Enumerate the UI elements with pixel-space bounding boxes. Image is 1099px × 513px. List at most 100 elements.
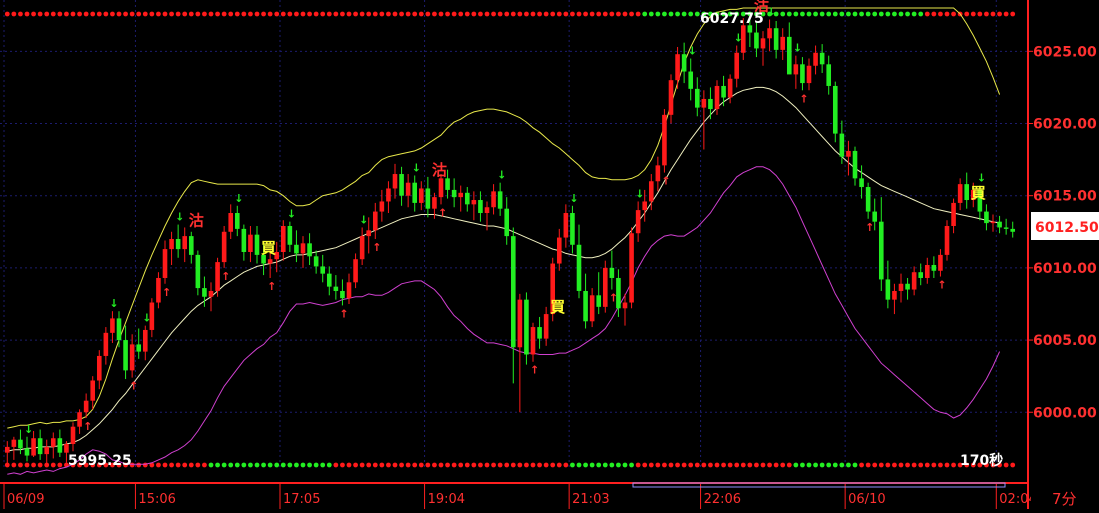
candle-body xyxy=(103,332,109,356)
candle xyxy=(254,226,260,264)
top-dot xyxy=(635,11,641,17)
top-dot xyxy=(964,11,970,17)
candle xyxy=(50,432,56,459)
top-dot xyxy=(780,11,786,17)
x-tick-label: 06/09 xyxy=(7,492,44,507)
chart-canvas[interactable]: ↑↑↑↑↑↑↑↑↑↑↑↑↑↑↓↓↓↓↓↓ ↓↓↓↓ ↓↓↓↓↓↓沽買沽買沽買 600… xyxy=(0,0,1099,509)
top-dot xyxy=(589,11,595,17)
top-dot xyxy=(596,11,602,17)
bottom-dot xyxy=(31,462,36,468)
candle-body xyxy=(18,439,23,449)
top-dot xyxy=(905,11,910,17)
candle-body xyxy=(576,244,582,291)
top-dot xyxy=(18,11,23,17)
candle-body xyxy=(629,233,634,303)
candle xyxy=(405,174,411,208)
bottom-dot xyxy=(727,462,733,468)
bottom-dot xyxy=(294,462,299,468)
top-dot xyxy=(537,11,542,17)
top-dot xyxy=(110,11,115,17)
bottom-dot xyxy=(497,462,503,468)
top-dot xyxy=(123,11,128,17)
candlestick-chart[interactable]: ↑ ↑ ↑ ↑ ↑ ↑ ↑ ↑ ↑ ↑ ↑ ↑ ↑ ↑ ↓ ↓ ↓ ↓ ↓ ↓ ↓ ↓ ↓ ↓ ↓ ↓ ↓ ↓ ↓ ↓ 沽買沽買沽買 600… xyxy=(0,0,1099,509)
down-arrow-icon: ↓ xyxy=(109,297,118,310)
up-arrow-icon: ↑ xyxy=(865,221,874,234)
candle-body xyxy=(169,239,174,250)
candle xyxy=(951,198,956,234)
top-dot xyxy=(300,11,306,17)
top-dot xyxy=(83,11,89,17)
candle xyxy=(846,140,851,176)
candle-body xyxy=(182,236,188,250)
candle-body xyxy=(326,273,332,287)
top-dot xyxy=(44,11,50,17)
top-dot xyxy=(346,11,352,17)
bottom-dot xyxy=(629,462,634,468)
candle-body xyxy=(195,254,201,289)
bottom-dot xyxy=(24,462,30,468)
bottom-dot xyxy=(18,462,23,468)
up-arrow-icon: ↑ xyxy=(937,279,946,292)
sell-signal-label: 沽 xyxy=(432,161,447,179)
bottom-dot xyxy=(287,462,293,468)
top-dot xyxy=(392,11,398,17)
bottom-dot xyxy=(832,462,838,468)
top-dot xyxy=(688,11,694,17)
candle-body xyxy=(464,192,470,205)
candle xyxy=(1010,221,1016,238)
candle xyxy=(70,422,76,452)
down-arrow-icon: ↓ xyxy=(635,187,644,200)
bottom-dot xyxy=(892,462,897,468)
bottom-dot xyxy=(780,462,786,468)
candle xyxy=(819,44,825,73)
top-dot xyxy=(241,11,247,17)
up-arrow-icon: ↑ xyxy=(221,270,230,283)
countdown-label: 170秒 xyxy=(960,452,1003,469)
candle xyxy=(589,288,595,328)
candle xyxy=(924,257,930,284)
candle-body xyxy=(44,446,50,455)
candle xyxy=(524,292,529,365)
candle xyxy=(241,224,247,261)
candle-body xyxy=(478,200,483,214)
top-dot xyxy=(846,11,851,17)
bottom-dot xyxy=(806,462,812,468)
candle-body xyxy=(399,174,404,196)
top-dot xyxy=(800,11,805,17)
candle-body xyxy=(905,283,910,290)
candle-body xyxy=(445,178,450,190)
candle xyxy=(556,228,562,271)
bottom-dot xyxy=(530,462,536,468)
top-dot xyxy=(832,11,838,17)
top-dot xyxy=(438,11,444,17)
candle-body xyxy=(760,38,766,49)
candle xyxy=(280,220,286,261)
y-tick-label: 6020.00 xyxy=(1033,117,1097,133)
candle-body xyxy=(234,213,240,229)
candle-body xyxy=(366,230,372,237)
candle-body xyxy=(826,64,832,86)
bottom-dot xyxy=(786,462,792,468)
candle-body xyxy=(570,213,575,245)
candle-body xyxy=(64,444,69,453)
top-dot xyxy=(911,11,917,17)
bottom-dot xyxy=(1010,462,1016,468)
candle-body xyxy=(662,114,667,166)
bottom-dot xyxy=(280,462,286,468)
candle-body xyxy=(767,28,772,39)
candle-body xyxy=(280,226,286,252)
candle xyxy=(221,226,227,268)
bottom-dot xyxy=(405,462,411,468)
top-dot xyxy=(142,11,148,17)
candle-body xyxy=(773,28,779,50)
candle-body xyxy=(70,426,76,445)
period-label[interactable]: 7分 xyxy=(1052,490,1077,508)
bottom-dot xyxy=(622,462,628,468)
bottom-dot xyxy=(681,462,687,468)
top-dot xyxy=(865,11,871,17)
candle-body xyxy=(924,264,930,278)
top-dot xyxy=(234,11,240,17)
candle-body xyxy=(510,236,516,348)
candle-body xyxy=(898,283,904,291)
bottom-dot xyxy=(228,462,234,468)
